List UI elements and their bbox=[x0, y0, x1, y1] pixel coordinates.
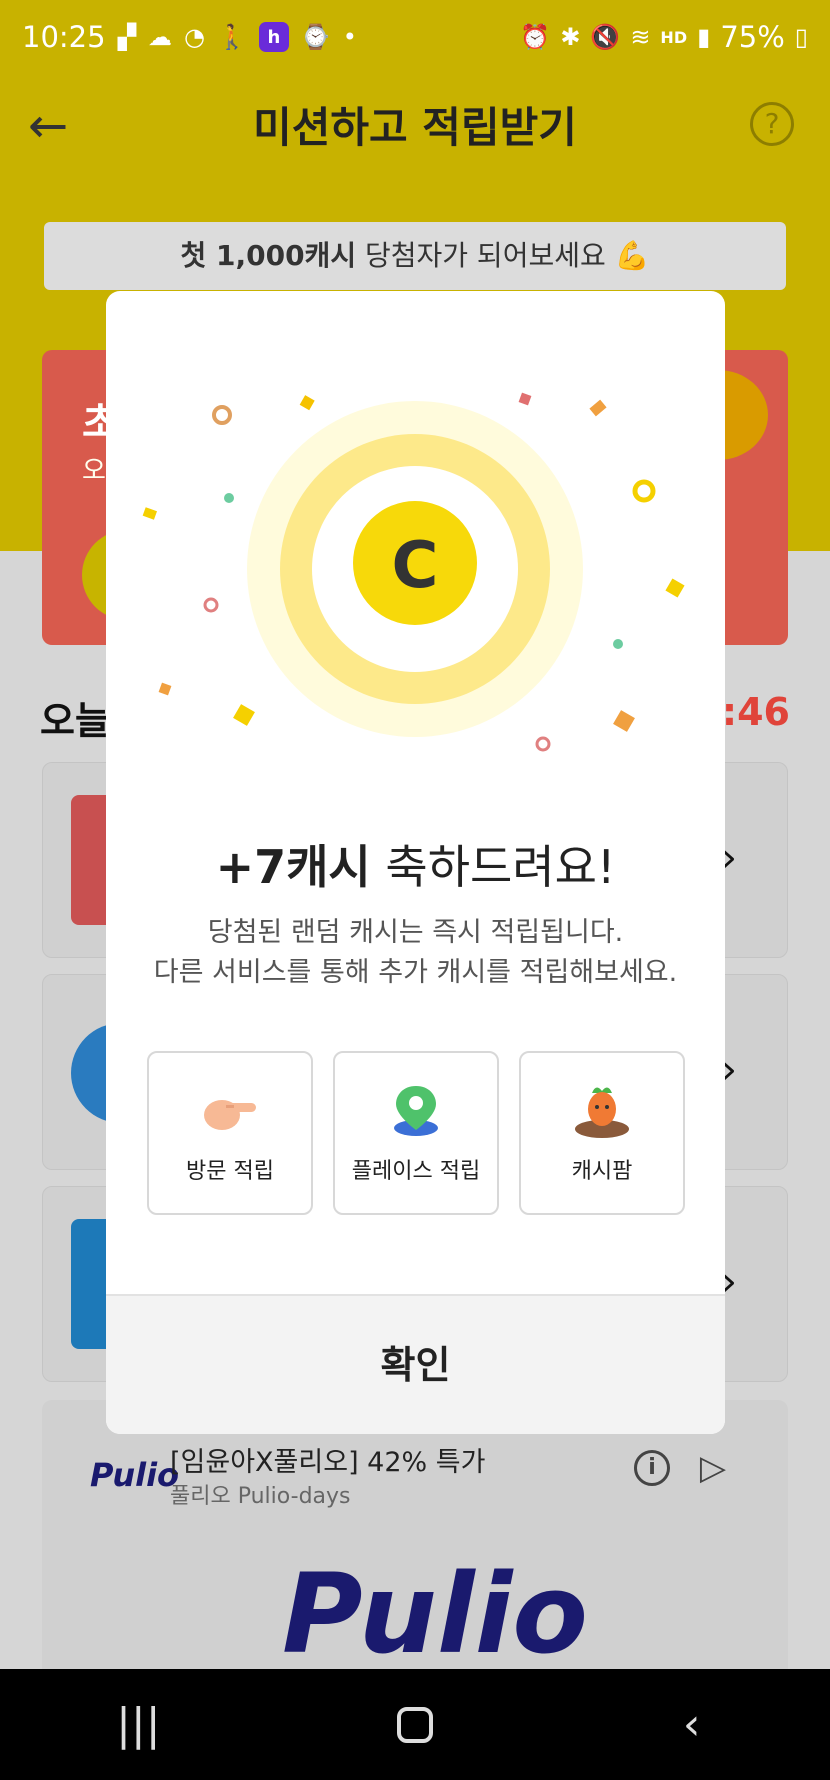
confetti-ring bbox=[203, 597, 219, 613]
pointing-hand-icon bbox=[200, 1081, 260, 1141]
confetti bbox=[518, 392, 532, 406]
confetti bbox=[589, 399, 607, 417]
reward-description: 당첨된 랜덤 캐시는 즉시 적립됩니다. 다른 서비스를 통해 추가 캐시를 적… bbox=[106, 913, 725, 993]
visit-reward-button[interactable]: 방문 적립 bbox=[147, 1051, 313, 1215]
confetti-ring bbox=[212, 405, 232, 425]
confirm-button[interactable]: 확인 bbox=[106, 1294, 725, 1434]
location-pin-icon bbox=[386, 1081, 446, 1141]
place-reward-button[interactable]: 플레이스 적립 bbox=[333, 1051, 499, 1215]
carrot-icon bbox=[572, 1081, 632, 1141]
coin-celebration-graphic: C bbox=[142, 392, 685, 752]
coin-letter: C bbox=[392, 529, 439, 603]
service-label: 캐시팜 bbox=[571, 1159, 633, 1184]
system-navigation-bar: ||| ‹ bbox=[0, 1669, 830, 1780]
confetti bbox=[299, 395, 315, 411]
confetti bbox=[158, 682, 172, 696]
confetti-dot bbox=[224, 493, 234, 503]
reward-congrats: 축하드려요! bbox=[370, 840, 616, 894]
confetti bbox=[233, 704, 255, 726]
service-label: 플레이스 적립 bbox=[351, 1159, 481, 1184]
confetti bbox=[613, 710, 635, 732]
reward-headline: +7캐시 축하드려요! bbox=[106, 831, 725, 897]
confetti-dot bbox=[613, 639, 623, 649]
home-button[interactable] bbox=[355, 1706, 475, 1743]
confetti-ring bbox=[632, 479, 656, 503]
description-line-2: 다른 서비스를 통해 추가 캐시를 적립해보세요. bbox=[153, 957, 678, 988]
description-line-1: 당첨된 랜덤 캐시는 즉시 적립됩니다. bbox=[207, 917, 624, 948]
service-label: 방문 적립 bbox=[186, 1159, 274, 1184]
home-icon bbox=[396, 1706, 433, 1743]
reward-modal: C +7캐시 축하드려요! 당첨된 랜덤 캐시는 즉시 적립됩니다. 다른 서비… bbox=[106, 291, 725, 1434]
service-shortcuts: 방문 적립 플레이스 적립 캐시팜 bbox=[147, 1051, 685, 1217]
confetti bbox=[142, 507, 158, 520]
confetti bbox=[665, 578, 685, 598]
recent-apps-icon[interactable]: ||| bbox=[78, 1699, 198, 1750]
confetti-ring bbox=[535, 736, 551, 752]
reward-amount: +7캐시 bbox=[215, 840, 371, 894]
back-nav-icon[interactable]: ‹ bbox=[632, 1699, 752, 1750]
cash-farm-button[interactable]: 캐시팜 bbox=[519, 1051, 685, 1215]
